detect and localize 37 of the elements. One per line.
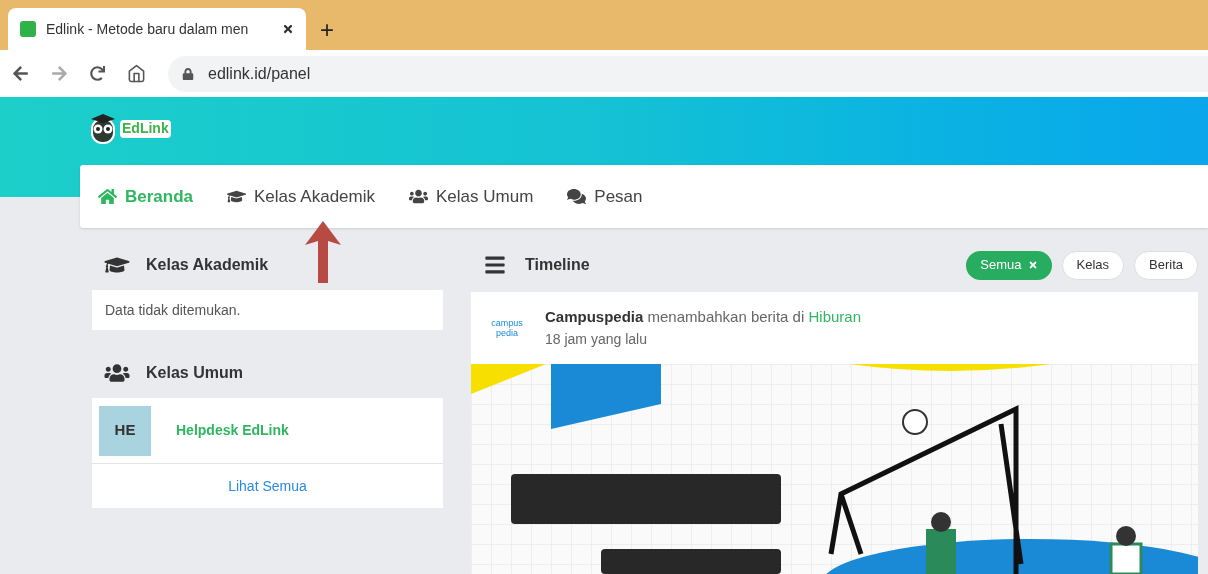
post-time: 18 jam yang lalu [545, 329, 648, 349]
section-title: Kelas Akademik [146, 255, 269, 275]
users-icon [409, 188, 428, 205]
class-list-item[interactable]: HE Helpdesk EdLink [92, 398, 443, 464]
graduation-cap-icon [104, 255, 130, 275]
logo-text: EdLink [120, 120, 171, 138]
author-avatar: campus pedia [490, 318, 524, 338]
home-icon [98, 188, 117, 205]
graduation-cap-icon [227, 188, 247, 205]
class-name: Helpdesk EdLink [176, 421, 289, 440]
section-title: Timeline [525, 255, 590, 275]
home-icon[interactable] [127, 64, 146, 83]
filter-chip[interactable]: Berita [1134, 250, 1198, 280]
nav-link[interactable]: Kelas Akademik [227, 183, 375, 210]
new-tab-button[interactable]: + [320, 18, 334, 42]
empty-message: Data tidak ditemukan. [105, 300, 241, 320]
post-headline: Campuspedia menambahkan berita di Hiburan [545, 307, 861, 328]
see-all-link[interactable]: Lihat Semua [228, 475, 307, 497]
back-icon[interactable] [12, 65, 29, 82]
chat-bubbles-icon [567, 188, 587, 205]
address-field[interactable]: edlink.id/panel [168, 55, 1208, 92]
annotation-arrow [303, 219, 343, 285]
nav-link[interactable]: Pesan [567, 183, 643, 210]
section-title: Kelas Umum [146, 363, 243, 383]
reload-icon[interactable] [90, 66, 105, 81]
filter-chip[interactable]: Kelas [1061, 250, 1125, 280]
tab-title: Edlink - Metode baru dalam men [46, 19, 250, 39]
remove-icon [1027, 260, 1038, 270]
close-icon[interactable] [282, 23, 294, 35]
owl-logo-icon [88, 113, 118, 145]
favicon-icon [20, 21, 36, 37]
users-icon [104, 363, 130, 383]
browser-tab[interactable]: Edlink - Metode baru dalam men [8, 8, 306, 50]
nav-link[interactable]: Kelas Umum [409, 183, 534, 210]
menu-icon [483, 254, 507, 276]
class-avatar: HE [99, 405, 151, 456]
lock-icon [182, 67, 194, 80]
